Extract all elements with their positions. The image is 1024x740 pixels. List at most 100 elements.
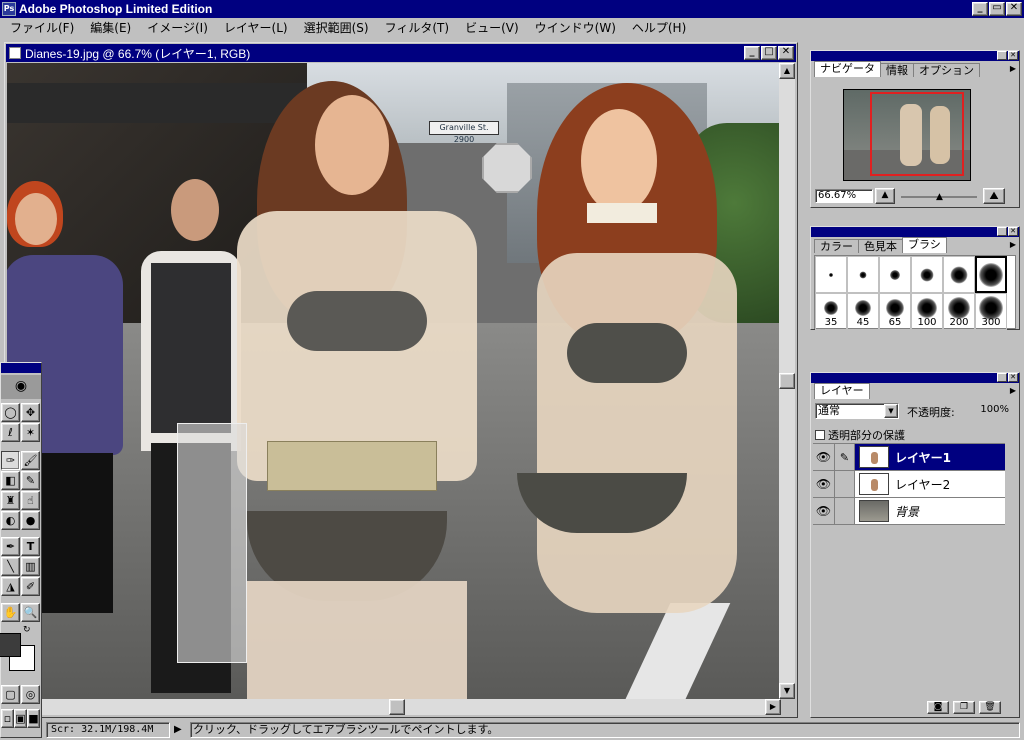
brush-preset[interactable] xyxy=(847,256,879,293)
preserve-transparency-checkbox[interactable] xyxy=(815,430,825,440)
move-tool-icon[interactable]: ✥ xyxy=(21,403,40,422)
close-button[interactable]: ✕ xyxy=(1006,2,1022,16)
document-titlebar[interactable]: Dianes-19.jpg @ 66.7% (レイヤー1, RGB) _ □ ✕ xyxy=(6,44,796,62)
tab-layers[interactable]: レイヤー xyxy=(814,383,870,399)
navigator-palette-titlebar[interactable]: ✕ xyxy=(811,51,1019,61)
lasso-tool-icon[interactable]: ℓ xyxy=(1,423,20,442)
brush-preset-selected[interactable] xyxy=(975,256,1007,293)
brush-preset[interactable]: 200 xyxy=(943,293,975,330)
quick-mask-on-icon[interactable]: ◎ xyxy=(21,685,40,704)
vertical-scroll-thumb[interactable] xyxy=(779,373,795,389)
document-vertical-scrollbar[interactable]: ▲ ▼ xyxy=(779,63,795,699)
paintbrush-tool-icon[interactable]: 🖌 xyxy=(21,451,40,470)
layers-palette-titlebar[interactable]: ✕ xyxy=(811,373,1019,383)
horizontal-scroll-thumb[interactable] xyxy=(389,699,405,715)
menu-layer[interactable]: レイヤー(L) xyxy=(216,19,296,37)
tab-navigator[interactable]: ナビゲータ xyxy=(814,61,881,77)
tab-swatches[interactable]: 色見本 xyxy=(858,239,903,253)
scroll-right-arrow-icon[interactable]: ▶ xyxy=(765,699,781,715)
menu-help[interactable]: ヘルプ(H) xyxy=(624,19,694,37)
layer-row[interactable]: 👁 ✎ レイヤー1 xyxy=(813,444,1005,471)
clone-stamp-tool-icon[interactable]: ♜ xyxy=(1,491,20,510)
smudge-tool-icon[interactable]: ☝ xyxy=(21,491,40,510)
trash-icon[interactable]: 🗑 xyxy=(979,701,1001,714)
eyedropper-tool-icon[interactable]: ✐ xyxy=(21,577,40,596)
navigator-zoom-field[interactable]: 66.67% xyxy=(815,189,873,203)
layer-link-cell[interactable] xyxy=(835,471,855,497)
tab-options[interactable]: オプション xyxy=(913,63,980,77)
tab-color[interactable]: カラー xyxy=(814,239,859,253)
airbrush-tool-icon[interactable]: ✑ xyxy=(1,451,20,470)
document-minimize-button[interactable]: _ xyxy=(744,46,760,60)
burn-tool-icon[interactable]: ● xyxy=(21,511,40,530)
brushes-palette-titlebar[interactable]: ✕ xyxy=(811,227,1019,237)
navigator-thumbnail[interactable] xyxy=(843,89,971,181)
blend-mode-select[interactable]: 通常 ▼ xyxy=(815,403,899,419)
document-maximize-button[interactable]: □ xyxy=(761,46,777,60)
status-menu-arrow-icon[interactable]: ▶ xyxy=(174,724,182,735)
brush-preset[interactable]: 35 xyxy=(815,293,847,330)
paint-bucket-tool-icon[interactable]: ◮ xyxy=(1,577,20,596)
brush-preset[interactable] xyxy=(879,256,911,293)
brush-preset[interactable] xyxy=(815,256,847,293)
eye-icon[interactable]: 👁 xyxy=(813,444,835,470)
status-memory-info[interactable]: Scr: 32.1M/198.4M xyxy=(46,722,170,738)
minimize-button[interactable]: _ xyxy=(972,2,988,16)
navigator-zoom-slider-thumb[interactable]: ▲ xyxy=(936,192,943,202)
layer-row[interactable]: 👁 背景 xyxy=(813,498,1005,525)
palette-close-icon[interactable]: ✕ xyxy=(1008,227,1018,236)
toolbox-logo-eye-icon[interactable]: ◉ xyxy=(1,375,41,399)
palette-minimize-icon[interactable] xyxy=(997,373,1007,382)
tab-brushes[interactable]: ブラシ xyxy=(902,237,947,253)
palette-minimize-icon[interactable] xyxy=(997,51,1007,60)
eye-icon[interactable]: 👁 xyxy=(813,498,835,524)
image-canvas[interactable]: Granville St. 2900 xyxy=(7,63,781,699)
menu-select[interactable]: 選択範囲(S) xyxy=(296,19,377,37)
palette-menu-arrow-icon[interactable]: ▶ xyxy=(1010,64,1016,73)
preserve-transparency-row[interactable]: 透明部分の保護 xyxy=(815,427,905,443)
dodge-tool-icon[interactable]: ◐ xyxy=(1,511,20,530)
document-horizontal-scrollbar[interactable]: ◀ ▶ xyxy=(7,699,781,715)
paintbrush-icon[interactable]: ✎ xyxy=(835,444,855,470)
line-tool-icon[interactable]: ╲ xyxy=(1,557,20,576)
hand-tool-icon[interactable]: ✋ xyxy=(1,603,20,622)
scroll-down-arrow-icon[interactable]: ▼ xyxy=(779,683,795,699)
zoom-tool-icon[interactable]: 🔍 xyxy=(21,603,40,622)
tab-info[interactable]: 情報 xyxy=(880,63,914,77)
add-mask-icon[interactable]: ◙ xyxy=(927,701,949,714)
eraser-tool-icon[interactable]: ◧ xyxy=(1,471,20,490)
zoom-in-icon[interactable]: ⛰ xyxy=(983,188,1005,204)
foreground-color-swatch[interactable] xyxy=(0,633,21,657)
brush-preset[interactable] xyxy=(911,256,943,293)
gradient-tool-icon[interactable]: ▥ xyxy=(21,557,40,576)
marquee-tool-icon[interactable]: ◯ xyxy=(1,403,20,422)
menu-file[interactable]: ファイル(F) xyxy=(2,19,82,37)
brush-preset[interactable] xyxy=(943,256,975,293)
brush-preset[interactable]: 65 xyxy=(879,293,911,330)
menu-filter[interactable]: フィルタ(T) xyxy=(377,19,457,37)
menu-edit[interactable]: 編集(E) xyxy=(82,19,139,37)
type-tool-icon[interactable]: T xyxy=(21,537,40,556)
pen-tool-icon[interactable]: ✒ xyxy=(1,537,20,556)
quick-mask-off-icon[interactable]: ▢ xyxy=(1,685,20,704)
palette-menu-arrow-icon[interactable]: ▶ xyxy=(1010,240,1016,249)
menu-window[interactable]: ウインドウ(W) xyxy=(527,19,624,37)
menu-image[interactable]: イメージ(I) xyxy=(139,19,216,37)
swap-colors-icon[interactable]: ↻ xyxy=(23,625,31,635)
palette-minimize-icon[interactable] xyxy=(997,227,1007,236)
zoom-out-icon[interactable]: ▲ xyxy=(875,188,895,204)
palette-close-icon[interactable]: ✕ xyxy=(1008,373,1018,382)
pencil-tool-icon[interactable]: ✎ xyxy=(21,471,40,490)
chevron-down-icon[interactable]: ▼ xyxy=(884,404,898,418)
scroll-up-arrow-icon[interactable]: ▲ xyxy=(779,63,795,79)
restore-button[interactable]: ▭ xyxy=(989,2,1005,16)
toolbox-titlebar[interactable] xyxy=(1,363,41,373)
magic-wand-tool-icon[interactable]: ✶ xyxy=(21,423,40,442)
eye-icon[interactable]: 👁 xyxy=(813,471,835,497)
brush-preset[interactable]: 300 xyxy=(975,293,1007,330)
brush-preset[interactable]: 45 xyxy=(847,293,879,330)
layer-link-cell[interactable] xyxy=(835,498,855,524)
brush-preset[interactable]: 100 xyxy=(911,293,943,330)
document-close-button[interactable]: ✕ xyxy=(778,46,794,60)
new-layer-icon[interactable]: ❐ xyxy=(953,701,975,714)
